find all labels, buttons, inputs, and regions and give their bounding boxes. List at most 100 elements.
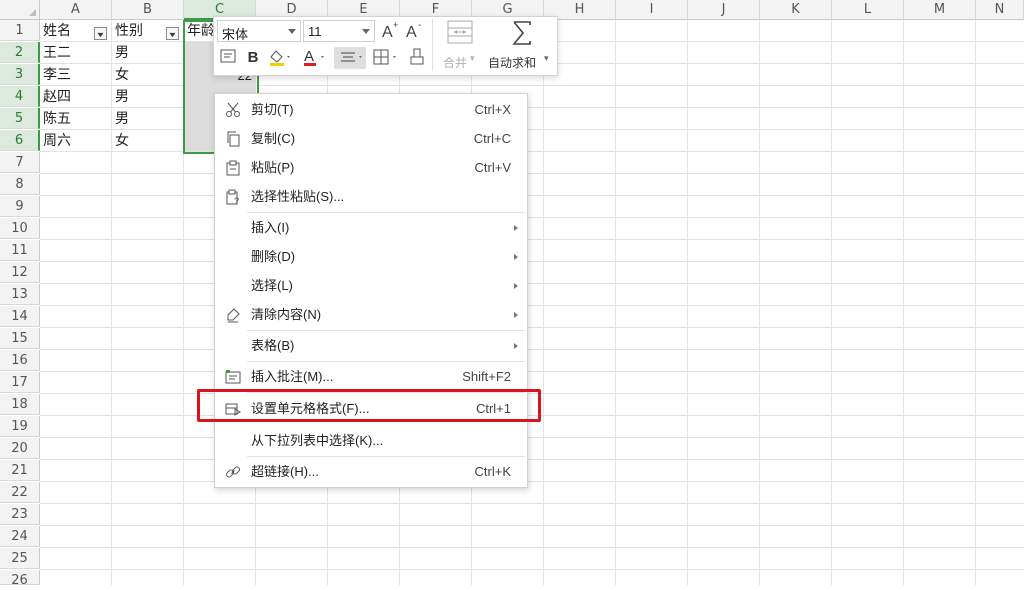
submenu-arrow-icon xyxy=(514,254,518,260)
menu-item-label: 删除(D) xyxy=(251,249,296,264)
menu-item-delete[interactable]: 删除(D) xyxy=(215,242,527,271)
menu-item-insert[interactable]: 插入(I) xyxy=(215,213,527,242)
cell-a6[interactable]: 周六 xyxy=(40,131,111,152)
menu-item-label: 复制(C) xyxy=(251,131,296,146)
row-header-26[interactable]: 26 xyxy=(0,570,40,588)
menu-item-select[interactable]: 选择(L) xyxy=(215,271,527,300)
svg-text:A: A xyxy=(406,24,417,40)
row-header-3[interactable]: 3 xyxy=(0,64,40,85)
cell-b6[interactable]: 女 xyxy=(112,131,183,152)
cell-a4[interactable]: 赵四 xyxy=(40,87,111,108)
chevron-down-icon: ▾ xyxy=(470,53,475,63)
menu-item-paste[interactable]: 粘贴(P) Ctrl+V xyxy=(215,153,527,182)
menu-item-cut[interactable]: 剪切(T) Ctrl+X xyxy=(215,95,527,124)
row-header-22[interactable]: 22 xyxy=(0,482,40,503)
column-header-k[interactable]: K xyxy=(760,0,832,20)
row-header-17[interactable]: 17 xyxy=(0,372,40,393)
font-decrease-icon: A- xyxy=(406,20,421,41)
select-all-corner[interactable] xyxy=(0,0,40,20)
menu-item-label: 超链接(H)... xyxy=(251,464,319,479)
row-header-15[interactable]: 15 xyxy=(0,328,40,349)
cell-a3[interactable]: 李三 xyxy=(40,65,111,86)
row-header-4[interactable]: 4 xyxy=(0,86,40,107)
row-header-2[interactable]: 2 xyxy=(0,42,40,63)
column-header-m[interactable]: M xyxy=(904,0,976,20)
shortcut-label: Ctrl+C xyxy=(473,131,511,146)
menu-item-clear-contents[interactable]: 清除内容(N) xyxy=(215,300,527,329)
font-name-select[interactable]: 宋体 xyxy=(217,20,301,42)
menu-item-copy[interactable]: 复制(C) Ctrl+C xyxy=(215,124,527,153)
filter-dropdown-icon[interactable]: ▼ xyxy=(94,27,107,40)
cell-a1[interactable]: 姓名 xyxy=(40,21,93,42)
menu-item-label: 选择(L) xyxy=(251,278,293,293)
bold-button[interactable]: B xyxy=(243,47,263,69)
align-center-button[interactable] xyxy=(334,47,366,69)
gridline xyxy=(40,437,1024,438)
submenu-arrow-icon xyxy=(514,283,518,289)
row-header-9[interactable]: 9 xyxy=(0,196,40,217)
row-header-12[interactable]: 12 xyxy=(0,262,40,283)
gridline xyxy=(975,20,976,585)
cell-a2[interactable]: 王二 xyxy=(40,43,111,64)
shortcut-label: Ctrl+X xyxy=(474,102,511,117)
borders-icon xyxy=(373,49,396,65)
borders-button[interactable] xyxy=(370,47,402,69)
menu-item-label: 粘贴(P) xyxy=(251,160,295,175)
menu-item-label: 从下拉列表中选择(K)... xyxy=(251,433,384,448)
row-header-18[interactable]: 18 xyxy=(0,394,40,415)
context-menu: 剪切(T) Ctrl+X 复制(C) Ctrl+C 粘贴(P) Ctrl+V ?… xyxy=(214,93,528,488)
row-header-11[interactable]: 11 xyxy=(0,240,40,261)
column-header-l[interactable]: L xyxy=(832,0,904,20)
menu-item-table[interactable]: 表格(B) xyxy=(215,331,527,360)
row-header-20[interactable]: 20 xyxy=(0,438,40,459)
svg-text:+: + xyxy=(393,20,398,30)
highlight-annotation-box xyxy=(197,389,541,422)
row-header-19[interactable]: 19 xyxy=(0,416,40,437)
font-size-select[interactable]: 11 xyxy=(303,20,375,42)
submenu-arrow-icon xyxy=(514,312,518,318)
decrease-font-size-button[interactable]: A- xyxy=(404,20,426,42)
menu-item-hyperlink[interactable]: 超链接(H)... Ctrl+K xyxy=(215,457,527,486)
svg-text:-: - xyxy=(418,20,421,31)
row-header-8[interactable]: 8 xyxy=(0,174,40,195)
column-header-n[interactable]: N xyxy=(976,0,1024,20)
cell-b4[interactable]: 男 xyxy=(112,87,183,108)
menu-item-label: 清除内容(N) xyxy=(251,307,322,322)
row-header-25[interactable]: 25 xyxy=(0,548,40,569)
row-header-13[interactable]: 13 xyxy=(0,284,40,305)
fill-color-button[interactable] xyxy=(266,47,294,69)
autosum-button[interactable] xyxy=(506,19,538,49)
menu-item-paste-special[interactable]: ? 选择性粘贴(S)... xyxy=(215,182,527,211)
merge-cells-button[interactable] xyxy=(442,19,478,49)
row-header-5[interactable]: 5 xyxy=(0,108,40,129)
menu-item-pick-from-list[interactable]: 从下拉列表中选择(K)... xyxy=(215,426,527,455)
row-header-10[interactable]: 10 xyxy=(0,218,40,239)
row-header-24[interactable]: 24 xyxy=(0,526,40,547)
increase-font-size-button[interactable]: A + xyxy=(380,20,402,42)
column-header-i[interactable]: I xyxy=(616,0,688,20)
column-header-j[interactable]: J xyxy=(688,0,760,20)
cell-b3[interactable]: 女 xyxy=(112,65,183,86)
row-header-23[interactable]: 23 xyxy=(0,504,40,525)
cell-b5[interactable]: 男 xyxy=(112,109,183,130)
row-header-16[interactable]: 16 xyxy=(0,350,40,371)
gridline xyxy=(40,305,1024,306)
row-header-6[interactable]: 6 xyxy=(0,130,40,151)
font-color-button[interactable]: A xyxy=(300,47,330,69)
cell-b2[interactable]: 男 xyxy=(112,43,183,64)
filter-dropdown-icon[interactable]: ▼ xyxy=(166,27,179,40)
gridline xyxy=(40,283,1024,284)
gridline xyxy=(40,503,1024,504)
row-header-1[interactable]: 1 xyxy=(0,20,40,41)
cell-a5[interactable]: 陈五 xyxy=(40,109,111,130)
row-header-7[interactable]: 7 xyxy=(0,152,40,173)
column-header-b[interactable]: B xyxy=(112,0,184,20)
format-painter-button[interactable] xyxy=(218,47,238,69)
row-header-14[interactable]: 14 xyxy=(0,306,40,327)
cell-b1[interactable]: 性别 xyxy=(112,21,165,42)
clear-format-button[interactable] xyxy=(406,47,428,69)
gridline xyxy=(40,239,1024,240)
column-header-a[interactable]: A xyxy=(40,0,112,20)
row-header-21[interactable]: 21 xyxy=(0,460,40,481)
menu-item-insert-comment[interactable]: 插入批注(M)... Shift+F2 xyxy=(215,362,527,391)
